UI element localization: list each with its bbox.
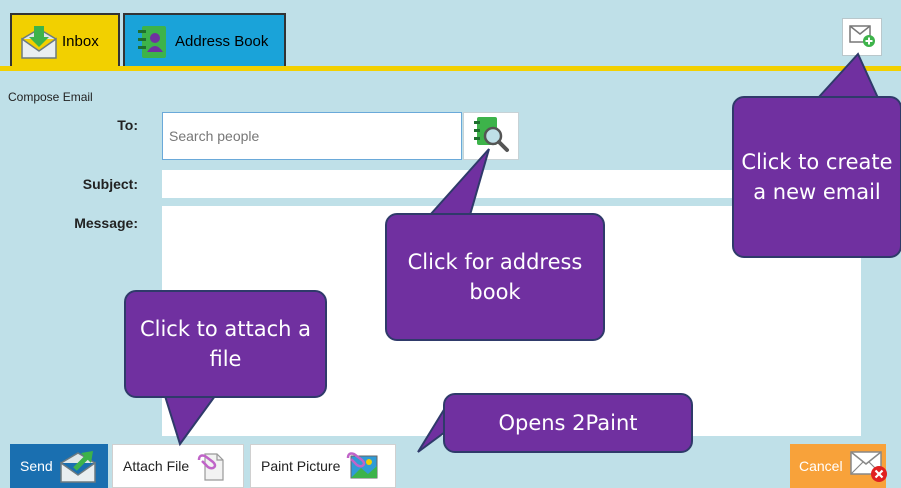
compose-title: Compose Email (8, 90, 93, 104)
new-email-icon (848, 22, 876, 53)
to-search-input[interactable] (162, 112, 462, 160)
inbox-icon (20, 24, 58, 60)
cancel-icon (849, 448, 889, 484)
cancel-button-label: Cancel (799, 458, 843, 474)
paint-icon (346, 450, 380, 482)
address-book-button[interactable] (463, 112, 519, 160)
callout-paint: Opens 2Paint (443, 393, 693, 453)
callout-attach-file: Click to attach a file (124, 290, 327, 398)
tab-inbox[interactable]: Inbox (10, 13, 120, 68)
tab-address-book-label: Address Book (175, 33, 269, 50)
paint-picture-button[interactable]: Paint Picture (250, 444, 396, 488)
attach-file-button[interactable]: Attach File (112, 444, 244, 488)
tab-bar: Inbox Address Book (0, 0, 901, 68)
tab-underline (0, 66, 901, 71)
message-label: Message: (74, 215, 138, 231)
callout-new-email: Click to create a new email (732, 96, 901, 258)
paint-picture-label: Paint Picture (261, 458, 341, 474)
tab-address-book[interactable]: Address Book (123, 13, 286, 68)
attach-file-label: Attach File (123, 458, 190, 474)
cancel-button[interactable]: Cancel (790, 444, 889, 488)
to-label: To: (117, 117, 138, 133)
callout-address-book: Click for address book (385, 213, 605, 341)
email-app: Inbox Address Book Compose Email To: Sea… (0, 0, 901, 488)
send-icon (59, 449, 99, 483)
subject-label: Subject: (82, 176, 138, 192)
address-book-icon (133, 24, 171, 60)
send-button[interactable]: Send (10, 444, 108, 488)
address-book-search-icon (471, 114, 511, 159)
send-button-label: Send (20, 458, 53, 474)
new-email-button[interactable] (842, 18, 882, 56)
paperclip-icon (195, 450, 227, 482)
tab-inbox-label: Inbox (62, 33, 99, 50)
